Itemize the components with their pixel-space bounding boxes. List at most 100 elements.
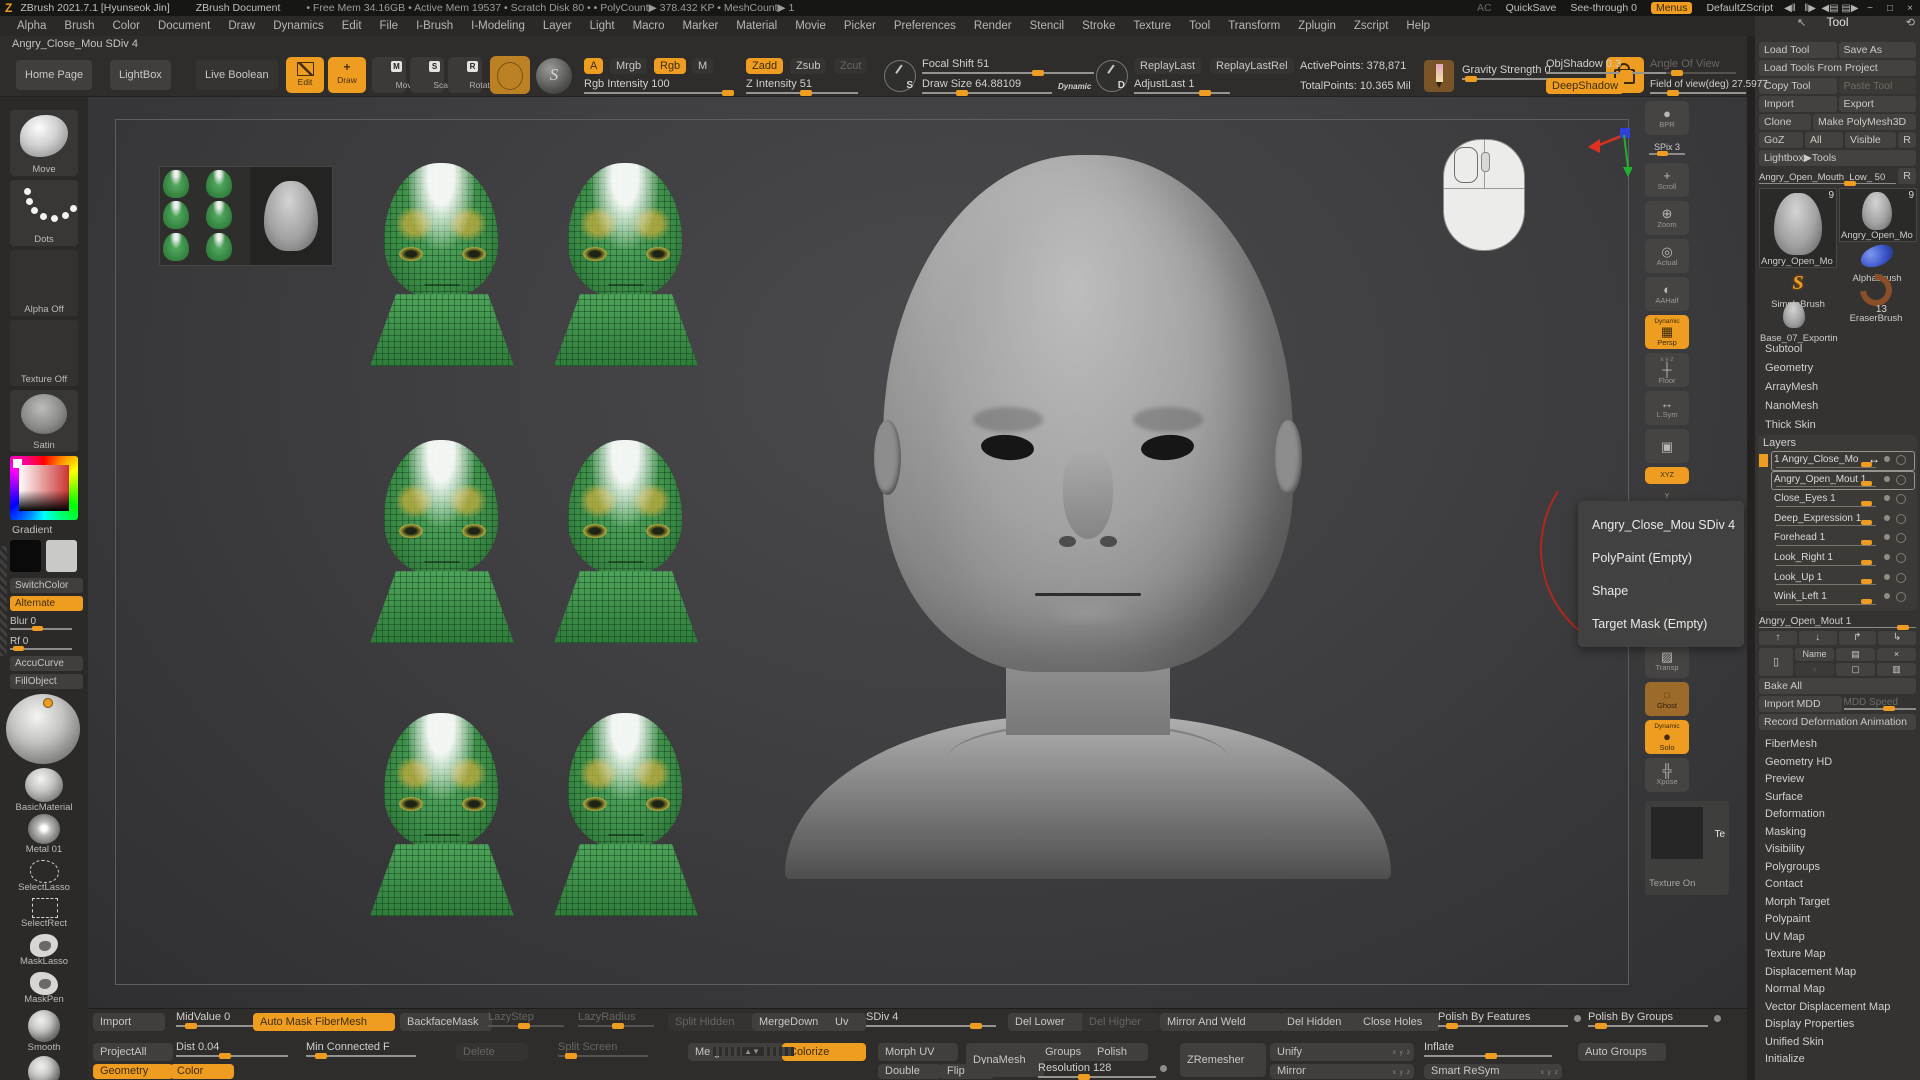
edit-button[interactable]: Edit (286, 57, 324, 93)
right-shelf-button[interactable]: + Scroll (1645, 163, 1689, 197)
menu-item[interactable]: Draw (219, 16, 264, 36)
menu-item[interactable]: Marker (674, 16, 728, 36)
mergedown-button[interactable]: MergeDown (752, 1013, 836, 1031)
right-shelf-button[interactable]: Dynamic ● Solo (1645, 720, 1689, 754)
bake-all-button[interactable]: Bake All (1759, 678, 1916, 694)
menu-item[interactable]: Stencil (1021, 16, 1074, 36)
dynamic-label[interactable]: Dynamic (1058, 82, 1091, 91)
z-intensity-slider[interactable]: Z Intensity 51 (746, 78, 858, 94)
min-connected-slider[interactable]: Min Connected F (306, 1041, 416, 1057)
layer-record-dot[interactable] (1884, 476, 1890, 482)
menu-item[interactable]: Stroke (1073, 16, 1124, 36)
menu-item[interactable]: Brush (55, 16, 103, 36)
lazystep-slider[interactable]: LazyStep (488, 1011, 564, 1027)
tool-section-header[interactable]: Display Properties (1755, 1016, 1920, 1034)
layer-record-dot[interactable] (1884, 515, 1890, 521)
mirror-button[interactable]: Mirrorx y z (1270, 1064, 1414, 1079)
current-brush-thumbnail[interactable]: Move (10, 110, 78, 176)
layer-intensity-track[interactable] (1776, 506, 1876, 507)
layer-record-dot[interactable] (1884, 554, 1890, 560)
auto-groups-button[interactable]: Auto Groups (1578, 1043, 1666, 1061)
layer-intensity-track[interactable] (1776, 604, 1876, 605)
double-button[interactable]: Double (878, 1064, 942, 1079)
layer-intensity-track[interactable] (1776, 467, 1876, 468)
menus-toggle-button[interactable]: Menus (1651, 2, 1693, 14)
split-hidden-button[interactable]: Split Hidden (668, 1013, 756, 1031)
load-tool-button[interactable]: Load Tool (1759, 42, 1837, 58)
goz-r-button[interactable]: R (1898, 132, 1916, 148)
current-stroke-thumbnail[interactable]: Dots (10, 180, 78, 246)
menu-item[interactable]: Layer (534, 16, 581, 36)
menu-item[interactable]: Alpha (8, 16, 55, 36)
replay-last-button[interactable]: ReplayLast (1134, 58, 1201, 74)
base-export-tool-item[interactable]: 13 Base_07_Exportin (1759, 306, 1859, 338)
gradient-label[interactable]: Gradient (12, 524, 52, 536)
document-canvas[interactable]: ● BPR SPix 3 + Scroll (88, 96, 1747, 1009)
back-arrow-icon[interactable]: ↖ (1797, 16, 1806, 29)
right-shelf-button[interactable]: ⊕ Zoom (1645, 201, 1689, 235)
dist-slider[interactable]: Dist 0.04 (176, 1041, 288, 1057)
menu-item[interactable]: Picker (835, 16, 885, 36)
mrgb-button[interactable]: Mrgb (610, 58, 647, 74)
polish-button[interactable]: Polish (1090, 1043, 1148, 1061)
tool-section-header[interactable]: UV Map (1755, 929, 1920, 947)
clone-button[interactable]: Clone (1759, 114, 1811, 130)
layer-row[interactable]: Look_Up 1 (1771, 569, 1915, 589)
layer-move-up-button[interactable]: ↑ (1759, 631, 1797, 645)
layer-visibility-eye-icon[interactable] (1896, 553, 1906, 563)
replay-dial-icon[interactable]: D (1096, 60, 1128, 92)
backface-mask-button[interactable]: BackfaceMask (400, 1013, 492, 1031)
layer-row[interactable]: Forehead 1 (1771, 529, 1915, 549)
import-button[interactable]: Import (93, 1013, 165, 1031)
home-page-button[interactable]: Home Page (16, 60, 92, 90)
right-shelf-button[interactable]: XYZ (1645, 467, 1689, 484)
layer-split-button[interactable]: ↱ (1839, 631, 1877, 645)
popup-item[interactable]: PolyPaint (Empty) (1592, 542, 1744, 575)
menu-item[interactable]: I-Modeling (462, 16, 534, 36)
material-thumbnail[interactable]: Satin (10, 390, 78, 452)
del-lower-button[interactable]: Del Lower (1008, 1013, 1084, 1031)
sdiv-slider[interactable]: SDiv 4 (866, 1011, 996, 1027)
goz-button[interactable]: GoZ (1759, 132, 1803, 148)
active-tool-thumbnail[interactable]: 9 Angry_Open_Mo (1759, 188, 1837, 268)
layer-intensity-track[interactable] (1776, 486, 1876, 487)
layer-name-button[interactable]: Name (1795, 648, 1834, 661)
fillobject-button[interactable]: FillObject (10, 674, 83, 689)
layer-row[interactable]: Look_Right 1 (1771, 549, 1915, 569)
tool-section-header[interactable]: Texture Map (1755, 946, 1920, 964)
layer-record-dot[interactable] (1884, 593, 1890, 599)
main-color-swatch[interactable] (10, 540, 41, 572)
zremesher-button[interactable]: ZRemesher (1180, 1043, 1266, 1077)
right-shelf-button[interactable]: ● BPR (1645, 101, 1689, 135)
tool-section-header[interactable]: Surface (1755, 789, 1920, 807)
layer-visibility-eye-icon[interactable] (1896, 455, 1906, 465)
layer-move-down-button[interactable]: ↓ (1799, 631, 1837, 645)
gravity-pencil-icon[interactable] (1424, 60, 1454, 92)
focal-shift-slider[interactable]: Focal Shift 51 (922, 58, 1094, 74)
close-holes-button[interactable]: Close Holes (1356, 1013, 1440, 1031)
tool-section-header[interactable]: ArrayMesh (1755, 378, 1920, 397)
tool-section-header[interactable]: FiberMesh (1755, 736, 1920, 754)
layer-intensity-track[interactable] (1776, 545, 1876, 546)
a-toggle-button[interactable]: A (584, 58, 603, 74)
rgb-intensity-slider[interactable]: Rgb Intensity 100 (584, 78, 734, 94)
right-tray-icon[interactable]: ‖▶ (1800, 3, 1820, 14)
colorize-button[interactable]: Colorize (782, 1043, 866, 1061)
secondary-color-swatch[interactable] (46, 540, 77, 572)
tool-section-header[interactable]: Morph Target (1755, 894, 1920, 912)
tool-section-header[interactable]: Unified Skin (1755, 1034, 1920, 1052)
layer-visibility-eye-icon[interactable] (1896, 514, 1906, 524)
del-higher-button[interactable]: Del Higher (1082, 1013, 1160, 1031)
right-shelf-button[interactable]: ↔ L.Sym (1645, 391, 1689, 425)
layer-visibility-eye-icon[interactable] (1896, 533, 1906, 543)
tool-section-header[interactable]: Polygroups (1755, 859, 1920, 877)
polish-by-features-slider[interactable]: Polish By Features (1438, 1011, 1568, 1027)
alpha-thumbnail[interactable]: Alpha Off (10, 250, 78, 316)
paste-tool-button[interactable]: Paste Tool (1839, 78, 1917, 94)
right-shelf-button[interactable]: ◌ Ghost (1645, 682, 1689, 716)
menu-item[interactable]: Render (965, 16, 1021, 36)
unify-button[interactable]: Unifyx y z (1270, 1043, 1414, 1061)
active-tool-slider[interactable]: Angry_Open_Mouth_Low_ 50 (1759, 171, 1896, 185)
tool-section-header[interactable]: Geometry (1755, 359, 1920, 378)
smooth-brush-icon[interactable] (28, 1010, 60, 1042)
